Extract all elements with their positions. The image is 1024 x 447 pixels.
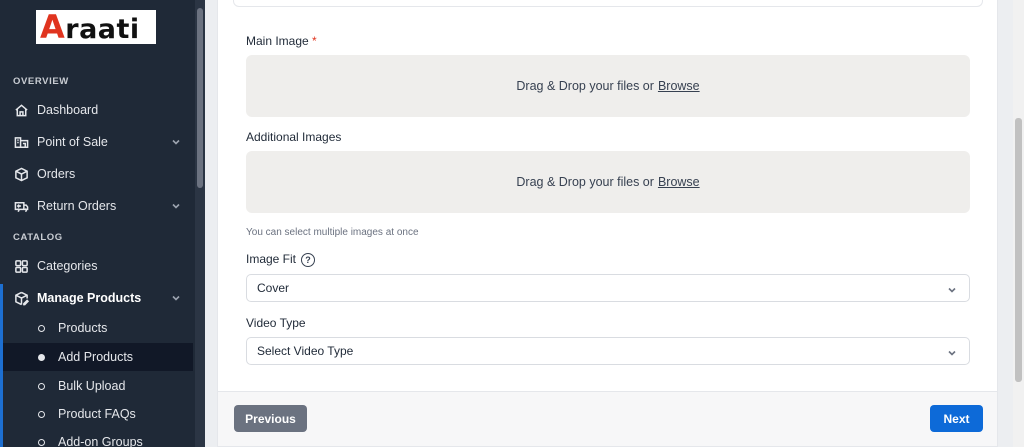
browse-link[interactable]: Browse (658, 79, 700, 93)
image-fit-value: Cover (257, 281, 290, 295)
image-fit-label: Image Fit? (246, 252, 316, 267)
bullet-icon (38, 438, 45, 446)
required-mark: * (312, 34, 317, 48)
sidebar-subitem-add-products[interactable]: Add Products (3, 343, 193, 371)
image-fit-label-text: Image Fit (246, 252, 297, 266)
sidebar-subitem-label: Bulk Upload (58, 379, 126, 393)
form-footer (217, 392, 998, 447)
sidebar-subitem-product-faqs[interactable]: Product FAQs (0, 400, 193, 428)
grid-icon (13, 258, 29, 274)
logo-accent: A (40, 8, 66, 46)
sidebar-subitem-add-on-groups[interactable]: Add-on Groups (0, 428, 193, 447)
chevron-down-icon (171, 200, 181, 210)
main-image-label: Main Image * (246, 34, 317, 48)
sidebar-subitem-label: Products (58, 321, 108, 335)
main-image-dropzone[interactable]: Drag & Drop your files or Browse (246, 55, 970, 117)
help-circle-icon[interactable]: ? (301, 252, 316, 267)
browse-link[interactable]: Browse (658, 175, 700, 189)
logo-text: Araati (40, 11, 140, 43)
chevron-down-icon (171, 292, 181, 302)
sidebar-subitem-bulk-upload[interactable]: Bulk Upload (0, 372, 193, 400)
sidebar-item-orders[interactable]: Orders (0, 159, 195, 189)
video-type-value: Select Video Type (257, 344, 354, 358)
store-icon (13, 134, 29, 150)
sidebar-item-return-orders[interactable]: Return Orders (0, 191, 195, 221)
page-scrollbar-thumb[interactable] (1015, 118, 1022, 382)
sidebar-item-label: Orders (37, 167, 76, 181)
dropzone-text: Drag & Drop your files or (516, 175, 654, 189)
home-icon (13, 102, 29, 118)
image-fit-select[interactable]: Cover (246, 274, 970, 302)
chevron-down-icon (947, 347, 957, 357)
section-label-overview: OVERVIEW (13, 76, 69, 87)
box-icon (13, 166, 29, 182)
sidebar-scrollbar-thumb[interactable] (197, 8, 203, 188)
sidebar-subitem-label: Add-on Groups (58, 435, 143, 447)
sidebar-item-dashboard[interactable]: Dashboard (0, 95, 195, 125)
section-label-catalog: CATALOG (13, 232, 63, 243)
sidebar-item-point-of-sale[interactable]: Point of Sale (0, 127, 195, 157)
additional-images-dropzone[interactable]: Drag & Drop your files or Browse (246, 151, 970, 213)
sidebar-subitem-label: Add Products (58, 350, 134, 364)
sidebar-item-label: Categories (37, 259, 98, 273)
sidebar-item-label: Point of Sale (37, 135, 108, 149)
sidebar-item-categories[interactable]: Categories (0, 251, 195, 281)
sidebar-subitem-products[interactable]: Products (0, 314, 193, 342)
bullet-icon (38, 382, 45, 390)
video-type-select[interactable]: Select Video Type (246, 337, 970, 365)
sidebar-item-manage-products[interactable]: Manage Products (0, 283, 195, 313)
chevron-down-icon (947, 284, 957, 294)
video-type-label: Video Type (246, 316, 306, 330)
main-content: Main Image * Drag & Drop your files or B… (205, 0, 1013, 447)
main-image-label-text: Main Image (246, 34, 309, 48)
logo-rest: raati (65, 14, 140, 45)
bullet-icon (38, 410, 45, 418)
sidebar-subitem-label: Product FAQs (58, 407, 136, 421)
dropzone-text: Drag & Drop your files or (516, 79, 654, 93)
sidebar-item-label: Dashboard (37, 103, 99, 117)
helper-text: You can select multiple images at once (246, 227, 419, 238)
previous-section-edge (233, 0, 983, 7)
sidebar-item-label: Manage Products (37, 291, 142, 305)
sidebar: Araati OVERVIEW Dashboard Point of Sale … (0, 0, 205, 447)
previous-button[interactable]: Previous (234, 405, 307, 432)
bullet-icon (38, 353, 45, 361)
sidebar-item-label: Return Orders (37, 199, 117, 213)
package-edit-icon (13, 290, 29, 306)
truck-return-icon (13, 198, 29, 214)
chevron-down-icon (171, 136, 181, 146)
bullet-icon (38, 324, 45, 332)
additional-images-label: Additional Images (246, 130, 342, 144)
next-button[interactable]: Next (930, 405, 983, 432)
logo[interactable]: Araati (36, 10, 156, 44)
